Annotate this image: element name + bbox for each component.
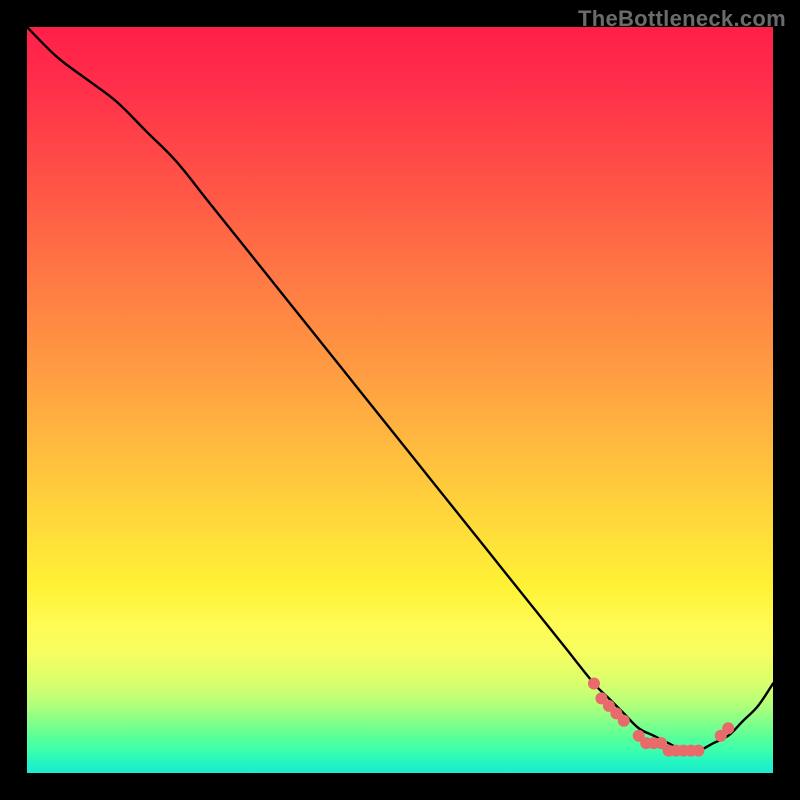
chart-frame: TheBottleneck.com — [0, 0, 800, 800]
data-point — [722, 722, 734, 734]
data-point — [618, 715, 630, 727]
watermark-label: TheBottleneck.com — [578, 6, 786, 32]
plot-area — [27, 27, 773, 773]
data-point — [692, 745, 704, 757]
data-point — [588, 677, 600, 689]
curve-path — [27, 27, 773, 752]
curve-layer — [27, 27, 773, 773]
